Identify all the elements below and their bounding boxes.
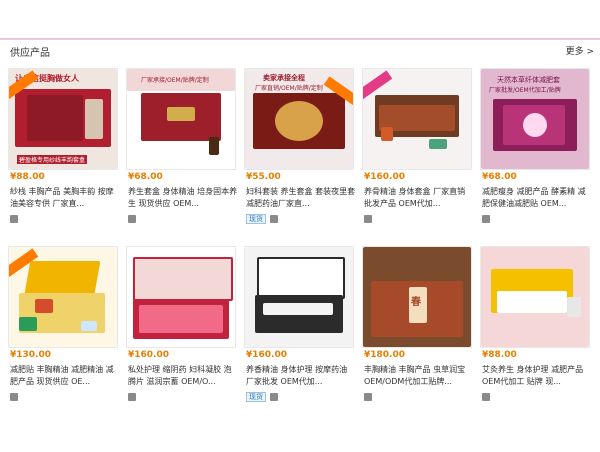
product-card[interactable]: ¥160.00 养骨精油 身体套盒 厂家直销 批发产品 OEM代加... bbox=[362, 68, 472, 228]
shop-icon[interactable] bbox=[270, 215, 278, 223]
product-title[interactable]: 养生套盒 身体精油 培身固本养生 现货供应 OEM... bbox=[128, 186, 238, 210]
product-card[interactable]: ¥130.00 减肥贴 丰胸精油 减肥精油 减肥产品 现货供应 OE... bbox=[8, 246, 118, 406]
product-title[interactable]: 减肥瘦身 减肥产品 酵素精 减肥保健油减肥贴 OEM... bbox=[482, 186, 592, 210]
section-title: 供应产品 bbox=[10, 48, 50, 59]
product-image[interactable] bbox=[8, 246, 118, 348]
product-price: ¥160.00 bbox=[246, 350, 287, 360]
product-price: ¥68.00 bbox=[128, 172, 163, 182]
thumb-caption: 天然本草纤体减肥套 bbox=[497, 76, 560, 84]
product-card[interactable]: ¥160.00 养香精油 身体护理 按摩药油 厂家批发 OEM代加... 现货 bbox=[244, 246, 354, 406]
product-card[interactable]: 卖家承接全程 厂家直销/OEM/贴牌/定制 ¥55.00 妇科套装 养生套盒 套… bbox=[244, 68, 356, 228]
product-image[interactable]: 天然本草纤体减肥套 厂家批发/OEM代加工/贴牌 bbox=[480, 68, 590, 170]
product-image[interactable]: 厂家承接/OEM/贴牌/定制 bbox=[126, 68, 236, 170]
product-price: ¥55.00 bbox=[246, 172, 281, 182]
shop-icon[interactable] bbox=[364, 393, 372, 401]
product-card[interactable]: 让自信挺胸做女人 碧盈格专用纱线丰韵套盒 ¥88.00 紗栈 丰胸产品 美胸丰韵… bbox=[8, 68, 118, 228]
product-image[interactable]: 春 bbox=[362, 246, 472, 348]
shop-icon[interactable] bbox=[482, 393, 490, 401]
product-image[interactable] bbox=[362, 68, 472, 170]
more-link[interactable]: 更多 > bbox=[566, 44, 594, 57]
thumb-caption: 春 bbox=[411, 297, 421, 308]
product-price: ¥68.00 bbox=[482, 172, 517, 182]
product-card[interactable]: 春 ¥180.00 丰胸精油 丰胸产品 虫草润宝 OEM/ODM代加工贴牌... bbox=[362, 246, 472, 406]
product-title[interactable]: 养骨精油 身体套盒 厂家直销 批发产品 OEM代加... bbox=[364, 186, 474, 210]
supply-products-panel: 供应产品 更多 > 让自信挺胸做女人 碧盈格专用纱线丰韵套盒 ¥88.00 紗栈… bbox=[0, 38, 600, 452]
product-card[interactable]: ¥160.00 私处护理 缩阴药 妇科凝胶 泡腾片 滋润宗蓄 OEM/O... bbox=[126, 246, 236, 406]
panel-header: 供应产品 更多 > bbox=[0, 40, 600, 62]
product-price: ¥160.00 bbox=[364, 172, 405, 182]
product-image[interactable] bbox=[244, 246, 354, 348]
product-image[interactable]: 卖家承接全程 厂家直销/OEM/贴牌/定制 bbox=[244, 68, 354, 170]
product-meta: 现货 bbox=[246, 214, 278, 224]
shop-icon[interactable] bbox=[128, 393, 136, 401]
product-meta bbox=[128, 214, 136, 224]
product-title[interactable]: 紗栈 丰胸产品 美胸丰韵 按摩油美容专供 厂家直... bbox=[10, 186, 120, 210]
thumb-caption: 卖家承接全程 bbox=[263, 74, 305, 82]
product-image[interactable]: 让自信挺胸做女人 碧盈格专用纱线丰韵套盒 bbox=[8, 68, 118, 170]
product-price: ¥160.00 bbox=[128, 350, 169, 360]
product-title[interactable]: 丰胸精油 丰胸产品 虫草润宝 OEM/ODM代加工贴牌... bbox=[364, 364, 474, 388]
product-title[interactable]: 养香精油 身体护理 按摩药油 厂家批发 OEM代加... bbox=[246, 364, 356, 388]
product-title[interactable]: 减肥贴 丰胸精油 减肥精油 减肥产品 现货供应 OE... bbox=[10, 364, 120, 388]
product-meta bbox=[482, 214, 490, 224]
product-card[interactable]: 天然本草纤体减肥套 厂家批发/OEM代加工/贴牌 ¥68.00 减肥瘦身 减肥产… bbox=[480, 68, 590, 228]
thumb-caption: 厂家直销/OEM/贴牌/定制 bbox=[255, 85, 323, 92]
product-price: ¥88.00 bbox=[10, 172, 45, 182]
product-meta bbox=[482, 392, 490, 402]
product-meta bbox=[128, 392, 136, 402]
product-title[interactable]: 私处护理 缩阴药 妇科凝胶 泡腾片 滋润宗蓄 OEM/O... bbox=[128, 364, 238, 388]
product-title[interactable]: 艾灸养生 身体护理 减肥产品 OEM代加工 贴牌 现... bbox=[482, 364, 592, 388]
thumb-caption: 厂家承接/OEM/贴牌/定制 bbox=[141, 77, 209, 84]
product-meta: 现货 bbox=[246, 392, 278, 402]
product-meta bbox=[10, 392, 18, 402]
product-price: ¥180.00 bbox=[364, 350, 405, 360]
product-meta bbox=[364, 214, 372, 224]
product-meta bbox=[10, 214, 18, 224]
shop-icon[interactable] bbox=[10, 393, 18, 401]
shop-icon[interactable] bbox=[10, 215, 18, 223]
thumb-caption: 碧盈格专用纱线丰韵套盒 bbox=[17, 155, 88, 164]
product-price: ¥130.00 bbox=[10, 350, 51, 360]
shop-icon[interactable] bbox=[364, 215, 372, 223]
product-card[interactable]: ¥88.00 艾灸养生 身体护理 减肥产品 OEM代加工 贴牌 现... bbox=[480, 246, 590, 406]
product-image[interactable] bbox=[480, 246, 590, 348]
thumb-caption: 厂家批发/OEM代加工/贴牌 bbox=[489, 87, 561, 94]
new-badge: 现货 bbox=[246, 214, 266, 224]
shop-icon[interactable] bbox=[270, 393, 278, 401]
new-badge: 现货 bbox=[246, 392, 266, 402]
product-image[interactable] bbox=[126, 246, 236, 348]
product-price: ¥88.00 bbox=[482, 350, 517, 360]
shop-icon[interactable] bbox=[128, 215, 136, 223]
shop-icon[interactable] bbox=[482, 215, 490, 223]
product-meta bbox=[364, 392, 372, 402]
product-title[interactable]: 妇科套装 养生套盒 套装夜里套 减肥药油厂家直... bbox=[246, 186, 356, 210]
product-grid: 让自信挺胸做女人 碧盈格专用纱线丰韵套盒 ¥88.00 紗栈 丰胸产品 美胸丰韵… bbox=[8, 68, 598, 416]
product-card[interactable]: 厂家承接/OEM/贴牌/定制 ¥68.00 养生套盒 身体精油 培身固本养生 现… bbox=[126, 68, 238, 228]
